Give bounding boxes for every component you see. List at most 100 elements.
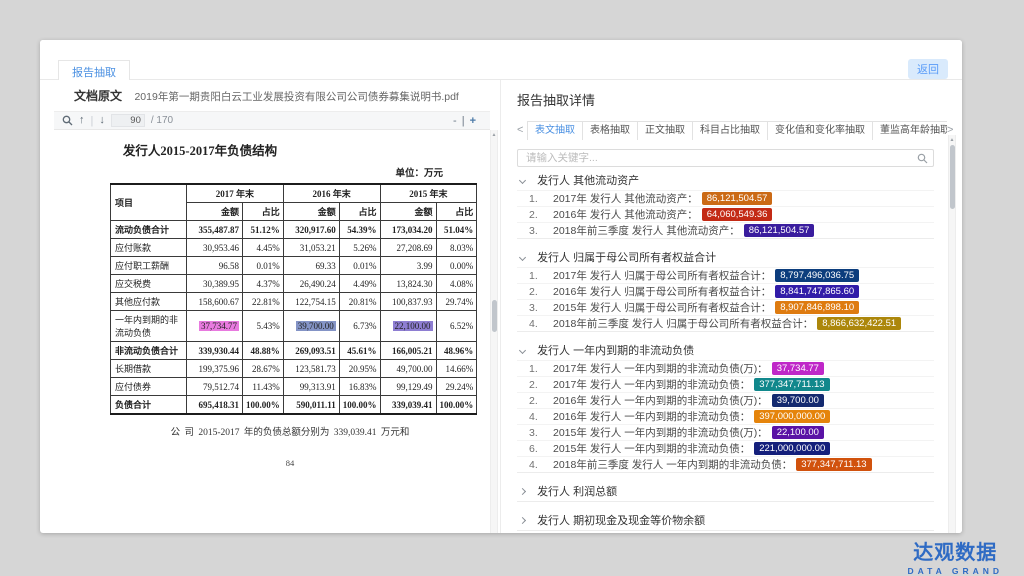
extraction-panel: 报告抽取详情 < 表文抽取表格抽取正文抽取科目占比抽取变化值和变化率抽取董监高年… (500, 80, 962, 533)
col-header-item: 项目 (111, 184, 187, 221)
extraction-item: 3.2015年 发行人 一年内到期的非流动负债(万)：22,100.00 (517, 424, 934, 440)
table-row: 非流动负债合计 339,930.44 48.88% 269,093.51 45.… (111, 342, 477, 360)
keyword-search-input[interactable] (517, 149, 934, 167)
sub-header-ratio: 占比 (243, 203, 284, 221)
extracted-value-badge[interactable]: 397,000,000.00 (754, 410, 830, 423)
extraction-item: 1.2017年 发行人 其他流动资产：86,121,504.57 (517, 190, 934, 206)
tab-account-ratio-extract[interactable]: 科目占比抽取 (692, 121, 768, 140)
tabs-prev-icon[interactable]: < (517, 124, 527, 136)
zoom-out-button[interactable]: - (453, 115, 457, 127)
highlight-blue[interactable]: 39,700.00 (296, 321, 336, 331)
table-row: 负债合计 695,418.31 100.00% 590,011.11 100.0… (111, 396, 477, 415)
extraction-item: 2.2016年 发行人 其他流动资产：64,060,549.36 (517, 206, 934, 222)
chevron-down-icon (519, 254, 526, 261)
section-header-parent-equity[interactable]: 发行人 归属于母公司所有者权益合计 (517, 249, 934, 267)
extracted-value-badge[interactable]: 8,907,846,898.10 (775, 301, 859, 314)
pdf-scrollbar[interactable]: ▲ (490, 130, 498, 533)
page-up-icon[interactable]: ↑ (79, 115, 85, 126)
highlight-pink[interactable]: 37,734.77 (199, 321, 239, 331)
extraction-item: 2.2017年 发行人 一年内到期的非流动负债：377,347,711.13 (517, 376, 934, 392)
extracted-value-badge[interactable]: 221,000,000.00 (754, 442, 830, 455)
extraction-section: 发行人 一年内到期的非流动负债 1.2017年 发行人 一年内到期的非流动负债(… (517, 342, 934, 473)
extracted-value-badge[interactable]: 8,797,496,036.75 (775, 269, 859, 282)
tab-executives-age-extract[interactable]: 董监高年龄抽取 (872, 121, 947, 140)
col-header-2017: 2017 年末 (187, 184, 284, 203)
logo-chinese-text: 达观数据 (907, 536, 1003, 565)
page-number-input[interactable] (111, 114, 145, 127)
zoom-in-button[interactable]: + (470, 115, 476, 127)
pdf-unit-label: 单位：万元 (54, 165, 443, 179)
highlight-purple[interactable]: 22,100.00 (393, 321, 433, 331)
extracted-value-badge[interactable]: 86,121,504.57 (702, 192, 773, 205)
chevron-down-icon (519, 347, 526, 354)
col-header-2015: 2015 年末 (380, 184, 477, 203)
section-header-other-current-assets[interactable]: 发行人 其他流动资产 (517, 172, 934, 190)
extraction-item: 4.2018年前三季度 发行人 一年内到期的非流动负债：377,347,711.… (517, 456, 934, 472)
pdf-page: 发行人2015-2017年负债结构 单位：万元 项目 2017 年末 2016 … (54, 130, 490, 533)
table-row: 应交税费 30,389.95 4.37% 26,490.24 4.49% 13,… (111, 275, 477, 293)
sub-header-amount: 金额 (283, 203, 339, 221)
extracted-value-badge[interactable]: 377,347,711.13 (754, 378, 829, 391)
chevron-right-icon (519, 488, 526, 495)
table-row-highlighted: 一年内到期的非流动负债 37,734.77 5.43% 39,700.00 6.… (111, 311, 477, 342)
extraction-list: 发行人 其他流动资产 1.2017年 发行人 其他流动资产：86,121,504… (517, 172, 934, 531)
desktop-background: 报告抽取 返回 文档原文 2019年第一期贵阳白云工业发展投资有限公司公司债券募… (0, 0, 1024, 576)
tab-table-text-extract[interactable]: 表文抽取 (527, 121, 583, 140)
pdf-page-number: 84 (110, 458, 470, 468)
pdf-paragraph: 公 司 2015-2017 年的负债总额分别为 339,039.41 万元和 (110, 424, 470, 438)
extracted-value-badge[interactable]: 39,700.00 (772, 394, 824, 407)
scroll-up-icon[interactable]: ▲ (949, 137, 955, 143)
extraction-item: 3.2015年 发行人 归属于母公司所有者权益合计：8,907,846,898.… (517, 299, 934, 315)
sub-header-amount: 金额 (187, 203, 243, 221)
extracted-value-badge[interactable]: 377,347,711.13 (796, 458, 871, 471)
top-tab-bar: 报告抽取 返回 (40, 40, 962, 80)
extracted-value-badge[interactable]: 8,841,747,865.60 (775, 285, 859, 298)
sub-header-ratio: 占比 (339, 203, 380, 221)
list-scrollbar[interactable]: ▲ (948, 135, 956, 533)
tab-body-text-extract[interactable]: 正文抽取 (637, 121, 693, 140)
extraction-section-collapsed: 发行人 利润总额 (517, 483, 934, 502)
liability-structure-table: 项目 2017 年末 2016 年末 2015 年末 金额 占比 金额 占比 金… (110, 183, 477, 415)
extraction-section: 发行人 其他流动资产 1.2017年 发行人 其他流动资产：86,121,504… (517, 172, 934, 239)
section-header-noncurrent-liabilities-due[interactable]: 发行人 一年内到期的非流动负债 (517, 342, 934, 360)
tab-table-extract[interactable]: 表格抽取 (582, 121, 638, 140)
zoom-controls: - | + (453, 115, 476, 127)
table-row: 长期借款 199,375.96 28.67% 123,581.73 20.95%… (111, 360, 477, 378)
extraction-item: 1.2017年 发行人 归属于母公司所有者权益合计：8,797,496,036.… (517, 267, 934, 283)
sub-header-amount: 金额 (380, 203, 436, 221)
table-row: 应付债券 79,512.74 11.43% 99,313.91 16.83% 9… (111, 378, 477, 396)
page-total-label: / 170 (151, 115, 173, 126)
extracted-value-badge[interactable]: 37,734.77 (772, 362, 824, 375)
extracted-value-badge[interactable]: 86,121,504.57 (744, 224, 815, 237)
app-window: 报告抽取 返回 文档原文 2019年第一期贵阳白云工业发展投资有限公司公司债券募… (40, 40, 962, 533)
extraction-section: 发行人 归属于母公司所有者权益合计 1.2017年 发行人 归属于母公司所有者权… (517, 249, 934, 332)
zoom-divider: | (462, 115, 465, 127)
extraction-item: 2.2016年 发行人 归属于母公司所有者权益合计：8,841,747,865.… (517, 283, 934, 299)
extraction-item: 2.2016年 发行人 一年内到期的非流动负债(万)：39,700.00 (517, 392, 934, 408)
section-title: 发行人 利润总额 (537, 486, 617, 498)
section-title: 发行人 其他流动资产 (537, 175, 639, 187)
list-scrollbar-thumb[interactable] (950, 145, 955, 209)
table-row: 应付职工薪酬 96.58 0.01% 69.33 0.01% 3.99 0.00… (111, 257, 477, 275)
extracted-value-badge[interactable]: 22,100.00 (772, 426, 824, 439)
tab-change-value-rate-extract[interactable]: 变化值和变化率抽取 (767, 121, 873, 140)
pdf-scrollbar-thumb[interactable] (492, 300, 497, 332)
section-header-beginning-cash[interactable]: 发行人 期初现金及现金等价物余额 (517, 512, 934, 530)
extracted-value-badge[interactable]: 64,060,549.36 (702, 208, 773, 221)
pdf-toolbar: ↑ | ↓ / 170 - | + (54, 112, 490, 130)
panel-title: 报告抽取详情 (517, 90, 934, 109)
pdf-panel: 文档原文 2019年第一期贵阳白云工业发展投资有限公司公司债券募集说明书.pdf… (54, 80, 490, 533)
back-button[interactable]: 返回 (908, 59, 948, 79)
search-icon[interactable] (917, 151, 928, 162)
sub-header-ratio: 占比 (436, 203, 477, 221)
extracted-value-badge[interactable]: 8,866,632,422.51 (817, 317, 901, 330)
scroll-up-icon[interactable]: ▲ (491, 132, 497, 138)
doc-filename: 2019年第一期贵阳白云工业发展投资有限公司公司债券募集说明书.pdf (134, 91, 458, 103)
table-row: 流动负债合计 355,487.87 51.12% 320,917.60 54.3… (111, 221, 477, 239)
page-down-icon[interactable]: ↓ (99, 115, 105, 126)
document-header: 文档原文 2019年第一期贵阳白云工业发展投资有限公司公司债券募集说明书.pdf (54, 80, 490, 112)
section-header-total-profit[interactable]: 发行人 利润总额 (517, 483, 934, 501)
magnifier-icon[interactable] (62, 115, 73, 126)
extraction-item: 6.2015年 发行人 一年内到期的非流动负债：221,000,000.00 (517, 440, 934, 456)
extraction-item: 4.2016年 发行人 一年内到期的非流动负债：397,000,000.00 (517, 408, 934, 424)
